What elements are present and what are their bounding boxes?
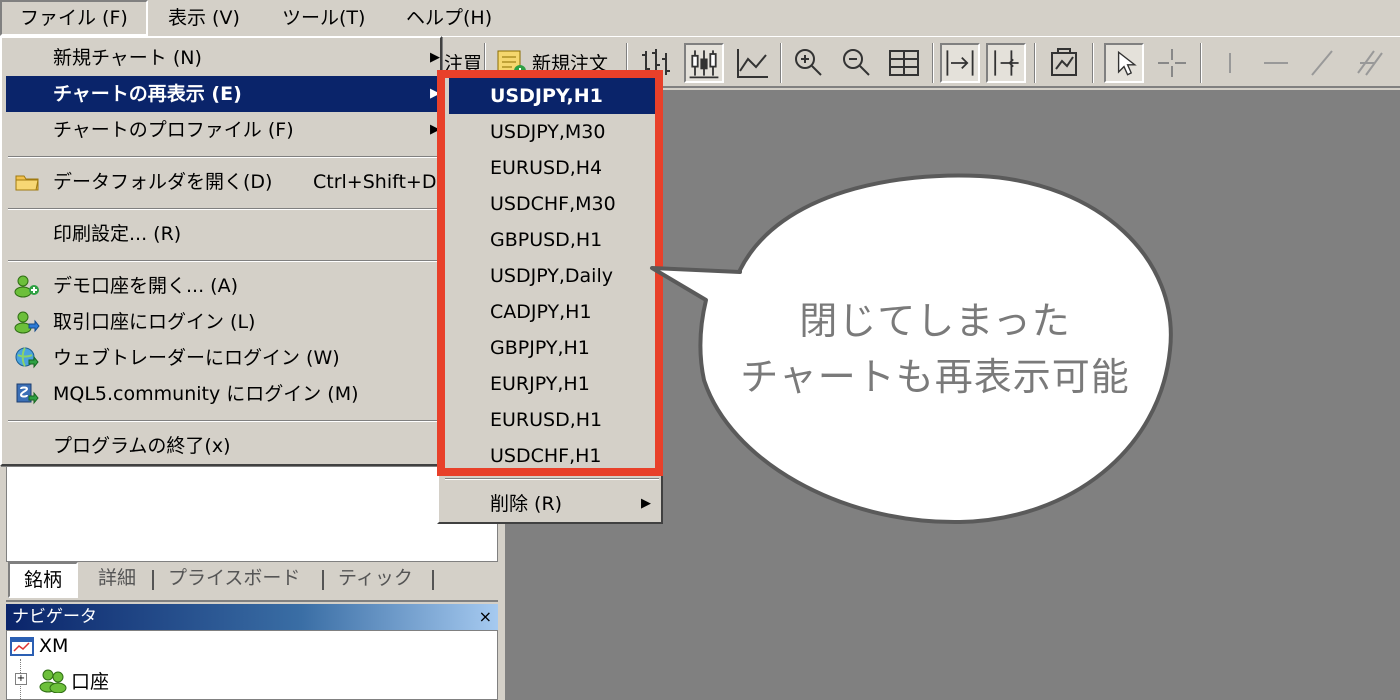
mql5-icon	[14, 382, 40, 406]
recent-chart-item[interactable]: EURUSD,H4	[449, 150, 655, 186]
menu-help[interactable]: ヘルプ(H)	[388, 0, 510, 36]
tab-details[interactable]: 詳細	[98, 562, 136, 596]
vertical-line-icon[interactable]	[1210, 43, 1250, 83]
menu-item-login-trade-account[interactable]: 取引口座にログイン (L)	[6, 304, 440, 340]
accounts-icon	[39, 667, 67, 694]
tile-windows-icon[interactable]	[884, 43, 924, 83]
menu-bar: ファイル (F) 表示 (V) ツール(T) ヘルプ(H)	[0, 0, 1400, 36]
recent-chart-item[interactable]: EURUSD,H1	[449, 402, 655, 438]
recent-chart-item[interactable]: USDCHF,H1	[449, 438, 655, 474]
recent-chart-item[interactable]: USDJPY,M30	[449, 114, 655, 150]
shortcut-label: Ctrl+Shift+D	[313, 171, 437, 193]
tab-ticks[interactable]: ティック	[338, 562, 413, 596]
crosshair-icon[interactable]	[1152, 43, 1192, 83]
menu-item-login-web-trader[interactable]: ウェブトレーダーにログイン (W)	[6, 340, 440, 376]
recent-chart-item[interactable]: GBPJPY,H1	[449, 330, 655, 366]
menu-item-reopen-chart[interactable]: チャートの再表示 (E) ▶	[6, 76, 440, 112]
menu-item-chart-profiles[interactable]: チャートのプロファイル (F) ▶	[6, 112, 440, 148]
tree-item-accounts[interactable]: 口座	[71, 667, 109, 694]
cursor-icon[interactable]	[1104, 43, 1144, 83]
tab-price-board[interactable]: プライスボード	[168, 562, 300, 596]
menu-item-exit[interactable]: プログラムの終了(x)	[6, 428, 440, 464]
tab-symbols[interactable]: 銘柄	[8, 562, 79, 598]
chart-shift-icon[interactable]	[986, 43, 1026, 83]
reopen-chart-submenu: USDJPY,H1 USDJPY,M30 EURUSD,H4 USDCHF,M3…	[437, 70, 663, 524]
menu-item-new-chart[interactable]: 新規チャート (N) ▶	[6, 40, 440, 76]
horizontal-line-icon[interactable]	[1256, 43, 1296, 83]
web-trader-icon	[14, 346, 40, 370]
trendline-icon[interactable]	[1302, 43, 1342, 83]
market-watch-tabs: 銘柄 詳細 プライスボード ティック	[6, 562, 498, 602]
trade-login-icon	[14, 310, 40, 334]
channel-icon[interactable]	[1350, 43, 1390, 83]
expand-icon[interactable]: +	[15, 673, 27, 685]
navigator-title-bar: ナビゲータ ×	[6, 604, 498, 630]
auto-scroll-icon[interactable]	[940, 43, 980, 83]
market-watch-list[interactable]	[6, 466, 498, 562]
navigator-tree: XM + 口座	[6, 630, 498, 700]
menu-file[interactable]: ファイル (F)	[0, 0, 148, 36]
navigator-title: ナビゲータ	[12, 607, 97, 627]
recent-chart-item[interactable]: USDCHF,M30	[449, 186, 655, 222]
recent-chart-item[interactable]: EURJPY,H1	[449, 366, 655, 402]
menu-item-print-setup[interactable]: 印刷設定... (R)	[6, 216, 440, 252]
menu-view[interactable]: 表示 (V)	[150, 0, 258, 36]
tree-item-xm[interactable]: XM	[39, 635, 68, 657]
recent-chart-item[interactable]: USDJPY,Daily	[449, 258, 655, 294]
candlestick-icon[interactable]	[684, 43, 724, 83]
delete-history-item[interactable]: 削除 (R) ▶	[449, 486, 655, 522]
recent-chart-item[interactable]: CADJPY,H1	[449, 294, 655, 330]
left-pane: 銘柄 詳細 プライスボード ティック ナビゲータ × XM + 口座	[0, 466, 505, 700]
zoom-out-icon[interactable]	[836, 43, 876, 83]
menu-item-open-data-folder[interactable]: データフォルダを開く(D) Ctrl+Shift+D	[6, 164, 440, 200]
menu-tools[interactable]: ツール(T)	[264, 0, 383, 36]
terminal-icon	[9, 635, 35, 659]
submenu-arrow-icon: ▶	[641, 496, 651, 511]
callout-line-1: 閉じてしまった	[799, 299, 1071, 343]
indicators-icon[interactable]	[1044, 43, 1084, 83]
menu-item-open-demo-account[interactable]: デモ口座を開く... (A)	[6, 268, 440, 304]
callout-line-2: チャートも再表示可能	[740, 355, 1130, 399]
line-chart-icon[interactable]	[732, 43, 772, 83]
file-menu: 新規チャート (N) ▶ チャートの再表示 (E) ▶ チャートのプロファイル …	[0, 36, 442, 466]
folder-icon	[14, 170, 40, 194]
zoom-in-icon[interactable]	[788, 43, 828, 83]
recent-chart-item[interactable]: USDJPY,H1	[449, 78, 655, 114]
demo-account-icon	[14, 274, 40, 298]
close-icon[interactable]: ×	[479, 604, 492, 630]
recent-chart-item[interactable]: GBPUSD,H1	[449, 222, 655, 258]
menu-item-login-mql5[interactable]: MQL5.community にログイン (M)	[6, 376, 440, 412]
